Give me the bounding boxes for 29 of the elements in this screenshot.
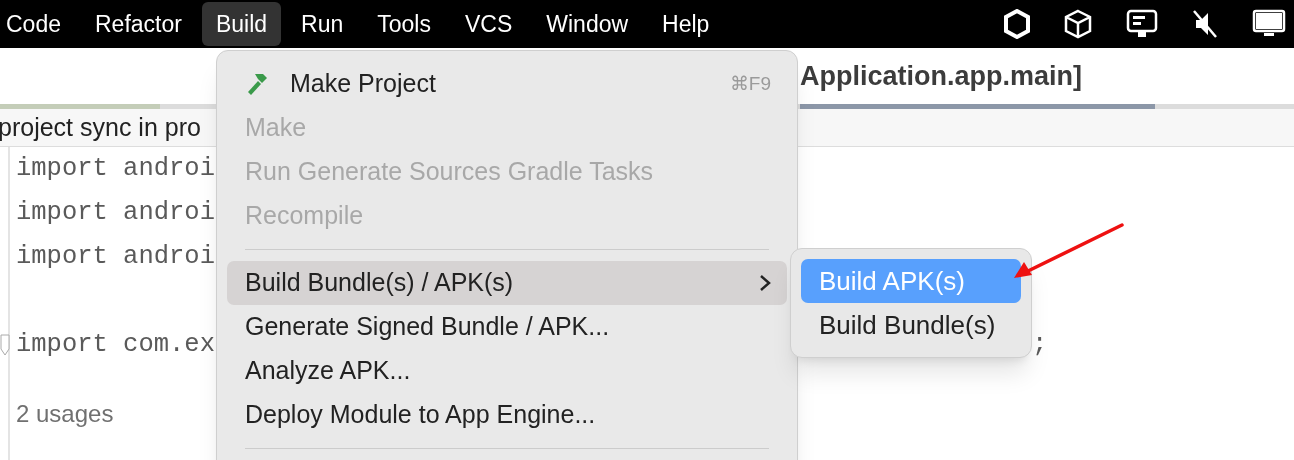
usages-hint[interactable]: 2 usages	[10, 403, 114, 425]
notification-text: project sync in pro	[0, 111, 201, 143]
menu-bar-item[interactable]: Run	[287, 2, 358, 46]
menu-item[interactable]: Build Bundle(s) / APK(s)	[227, 261, 787, 305]
code-line: import androi	[15, 240, 215, 273]
menu-item[interactable]: Make Project ⌘F9	[227, 62, 787, 106]
menu-bar-item[interactable]: Code	[0, 2, 75, 46]
menu-bar-item[interactable]: Tools	[363, 2, 445, 46]
menu-bar-item[interactable]: Help	[648, 2, 724, 46]
submenu-item[interactable]: Build Bundle(s)	[801, 303, 1021, 347]
menu-bar-item[interactable]: Build	[201, 2, 282, 46]
menu-item[interactable]: Generate Signed Bundle / APK...	[227, 305, 787, 349]
window-title: Application.app.main]	[800, 59, 1082, 93]
code-text: ;	[1032, 328, 1048, 361]
menu-bar-item[interactable]: Refactor	[81, 2, 196, 46]
menu-bar-item[interactable]: VCS	[451, 2, 527, 46]
shortcut-label: ⌘F9	[729, 71, 771, 96]
menu-bar-item[interactable]: Window	[532, 2, 643, 46]
cube-icon[interactable]	[1064, 9, 1092, 39]
menu-item[interactable]: Analyze APK...	[227, 349, 787, 393]
menu-item[interactable]: Deploy Module to App Engine...	[227, 393, 787, 437]
monitor-icon[interactable]	[1126, 9, 1158, 39]
display-icon[interactable]	[1252, 9, 1286, 39]
hexagon-icon[interactable]	[1004, 9, 1030, 39]
mute-icon[interactable]	[1192, 9, 1218, 39]
code-line: import com.ex	[15, 328, 215, 361]
code-line: import androi	[15, 196, 215, 229]
fold-marker-icon[interactable]	[0, 334, 10, 356]
code-line: import androi	[15, 152, 215, 185]
